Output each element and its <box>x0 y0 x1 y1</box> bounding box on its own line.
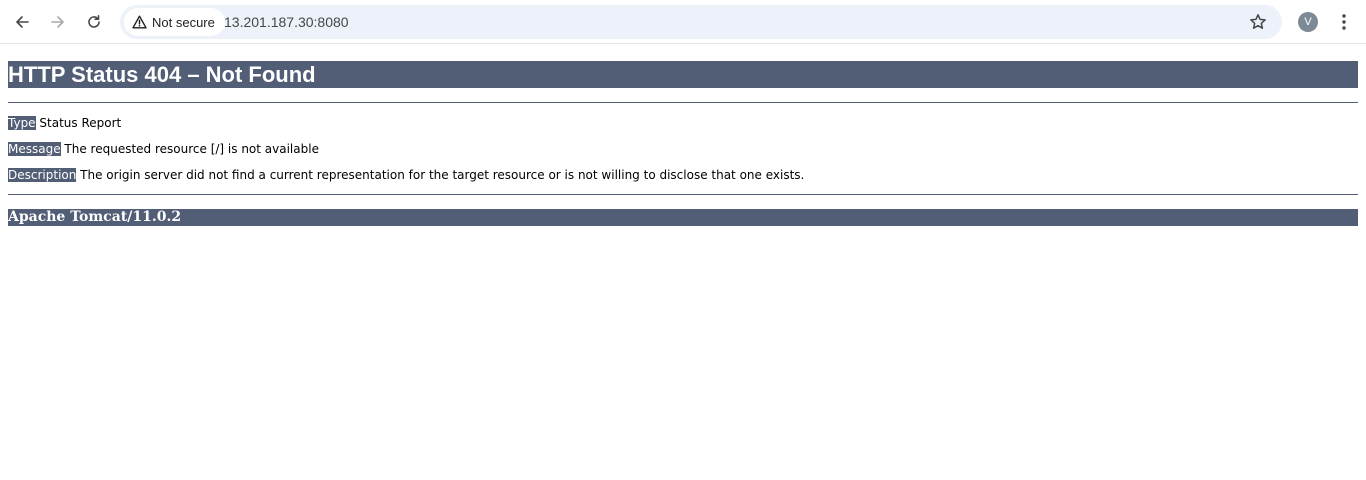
type-value: Status Report <box>39 116 122 130</box>
description-value: The origin server did not find a current… <box>80 168 805 182</box>
divider <box>8 102 1358 103</box>
type-row: Type Status Report <box>8 115 1358 131</box>
address-bar[interactable]: Not secure 13.201.187.30:8080 <box>120 5 1282 39</box>
star-icon <box>1250 14 1266 29</box>
browser-menu-button[interactable] <box>1334 10 1354 34</box>
forward-arrow-icon <box>51 16 64 28</box>
back-arrow-icon <box>16 16 29 28</box>
security-indicator[interactable]: Not secure <box>124 8 225 36</box>
security-label: Not secure <box>152 14 215 30</box>
reload-icon <box>88 15 100 28</box>
error-page: HTTP Status 404 – Not Found Type Status … <box>8 45 1358 226</box>
message-value: The requested resource [/] is not availa… <box>64 142 319 156</box>
page-title: HTTP Status 404 – Not Found <box>8 61 1358 88</box>
browser-toolbar: Not secure 13.201.187.30:8080 V <box>0 0 1366 44</box>
message-row: Message The requested resource [/] is no… <box>8 141 1358 157</box>
reload-button[interactable] <box>80 8 108 36</box>
kebab-menu-icon <box>1342 14 1346 30</box>
description-label: Description <box>8 168 77 182</box>
server-info: Apache Tomcat/11.0.2 <box>8 209 1358 226</box>
url-text[interactable]: 13.201.187.30:8080 <box>224 5 349 39</box>
message-label: Message <box>8 142 61 156</box>
warning-icon <box>132 15 147 29</box>
type-label: Type <box>8 116 36 130</box>
bookmark-button[interactable] <box>1246 10 1270 34</box>
divider <box>8 194 1358 195</box>
forward-button[interactable] <box>44 8 72 36</box>
description-row: Description The origin server did not fi… <box>8 167 1358 183</box>
profile-avatar[interactable]: V <box>1298 12 1318 32</box>
back-button[interactable] <box>8 8 36 36</box>
